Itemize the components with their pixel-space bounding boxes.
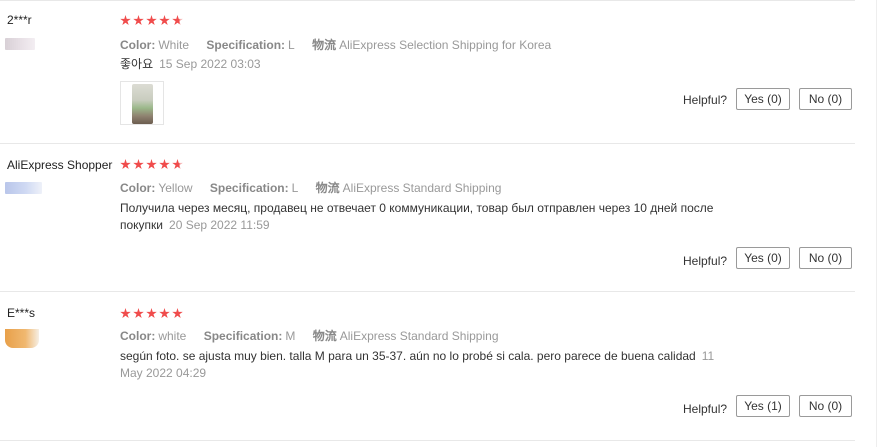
spec-value: L	[291, 181, 299, 195]
sku-info: Color: White Specification: L 物流 AliExpress…	[120, 36, 565, 53]
spec-value: M	[285, 329, 296, 343]
reviewer-name: 2***r	[7, 13, 32, 27]
spec-label: Specification:	[209, 181, 289, 195]
review-item: E***s Color: white Specification: M 物流 AliE…	[0, 291, 855, 441]
review-text: según foto. se ajusta muy bien. talla M …	[120, 348, 740, 382]
shipping-label: 物流	[312, 38, 337, 52]
color-value: white	[158, 329, 187, 343]
color-label: Color:	[120, 329, 156, 343]
color-value: White	[158, 38, 190, 52]
review-body: según foto. se ajusta muy bien. talla M …	[120, 349, 696, 363]
review-body: 좋아요	[120, 57, 154, 71]
shipping-label: 物流	[312, 329, 337, 343]
star-icon	[120, 308, 131, 319]
review-date: 20 Sep 2022 11:59	[169, 218, 270, 232]
country-flag-icon	[5, 329, 39, 348]
spec-label: Specification:	[206, 38, 286, 52]
helpful-yes-button[interactable]: Yes (0)	[736, 247, 790, 269]
color-label: Color:	[120, 38, 156, 52]
country-flag-icon	[5, 182, 42, 194]
shipping-label: 物流	[315, 181, 340, 195]
star-icon	[120, 15, 131, 26]
helpful-yes-button[interactable]: Yes (0)	[736, 88, 790, 110]
helpful-no-button[interactable]: No (0)	[799, 247, 852, 269]
spec-value: L	[288, 38, 295, 52]
reviewer-name: AliExpress Shopper	[7, 158, 113, 172]
rating-stars	[120, 159, 183, 170]
helpful-label: Helpful?	[683, 254, 728, 268]
rating-stars	[120, 308, 183, 319]
helpful-label: Helpful?	[683, 93, 728, 107]
color-label: Color:	[120, 181, 156, 195]
color-value: Yellow	[158, 181, 193, 195]
star-icon	[159, 15, 170, 26]
star-icon	[146, 308, 157, 319]
star-icon	[133, 15, 144, 26]
star-icon	[146, 159, 157, 170]
review-item: 2***r Color: White Specification: L 物流 AliE…	[0, 0, 855, 144]
helpful-yes-button[interactable]: Yes (1)	[736, 395, 790, 417]
star-icon	[133, 159, 144, 170]
review-item: AliExpress Shopper Color: Yellow Specific…	[0, 143, 855, 292]
shipping-value: AliExpress Selection Shipping for Korea	[339, 38, 552, 52]
star-icon	[133, 308, 144, 319]
review-photo	[132, 84, 153, 124]
scrollbar-track[interactable]	[876, 0, 877, 447]
star-icon	[172, 308, 183, 319]
country-flag-icon	[5, 38, 35, 50]
review-date: 15 Sep 2022 03:03	[159, 57, 261, 71]
review-photo-thumbnail[interactable]	[120, 81, 164, 125]
rating-stars	[120, 15, 183, 26]
helpful-label: Helpful?	[683, 402, 728, 416]
star-icon	[146, 15, 157, 26]
helpful-no-button[interactable]: No (0)	[799, 395, 852, 417]
sku-info: Color: Yellow Specification: L 物流 AliExpres…	[120, 179, 515, 196]
review-text: Получила через месяц, продавец не отвеча…	[120, 200, 740, 234]
shipping-value: AliExpress Standard Shipping	[339, 329, 499, 343]
star-icon	[172, 159, 183, 170]
star-icon	[159, 308, 170, 319]
reviewer-name: E***s	[7, 306, 36, 320]
spec-label: Specification:	[203, 329, 283, 343]
star-icon	[159, 159, 170, 170]
sku-info: Color: white Specification: M 物流 AliExpress…	[120, 327, 513, 344]
helpful-no-button[interactable]: No (0)	[799, 88, 852, 110]
review-text: 좋아요 15 Sep 2022 03:03	[120, 56, 740, 73]
star-icon	[120, 159, 131, 170]
star-icon	[172, 15, 183, 26]
shipping-value: AliExpress Standard Shipping	[342, 181, 502, 195]
